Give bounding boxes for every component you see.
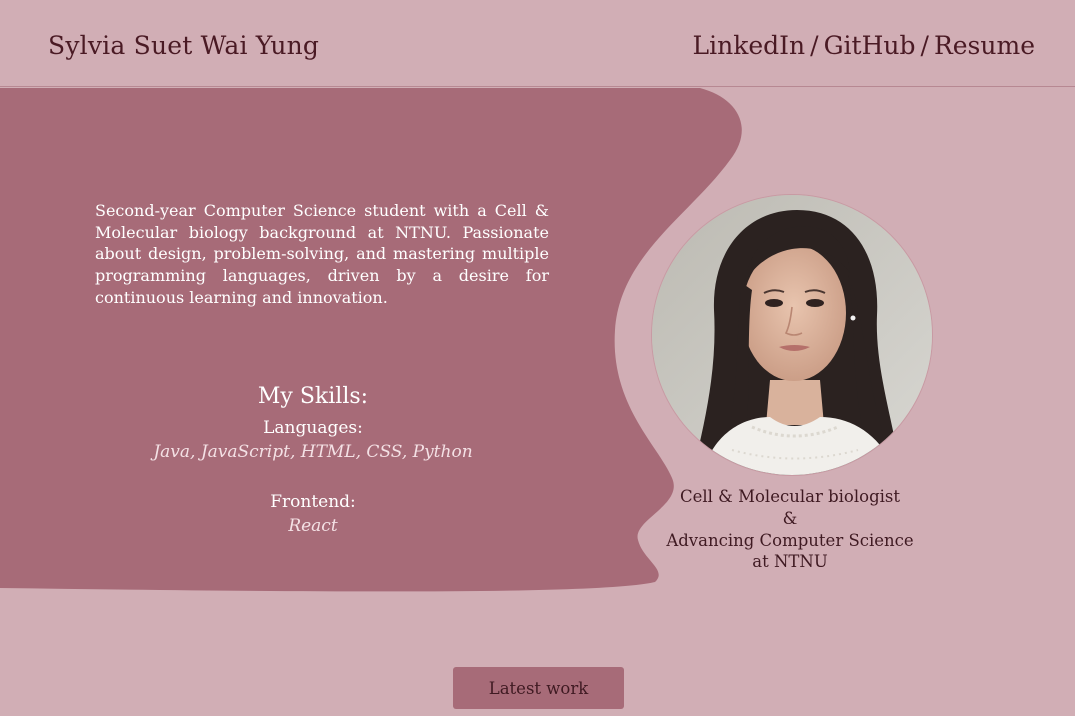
site-header: Sylvia Suet Wai Yung LinkedIn / GitHub / Res… (0, 0, 1075, 87)
skills-section: My Skills: Languages: Java, JavaScript, … (113, 384, 513, 539)
caption-line-2: & (782, 508, 798, 528)
latest-work-button[interactable]: Latest work (453, 667, 624, 709)
caption-line-4: at NTNU (752, 552, 828, 572)
site-name: Sylvia Suet Wai Yung (48, 31, 320, 60)
nav-link-github[interactable]: GitHub (824, 31, 916, 60)
skill-category-frontend: Frontend: (270, 492, 356, 512)
nav-link-resume[interactable]: Resume (934, 31, 1035, 60)
nav-separator: / (920, 31, 929, 60)
nav-link-linkedin[interactable]: LinkedIn (693, 31, 806, 60)
skills-title: My Skills: (257, 384, 369, 409)
profile-photo (652, 195, 932, 475)
nav-separator: / (810, 31, 819, 60)
skill-list-frontend: React (288, 516, 338, 536)
caption-line-3: Advancing Computer Science (666, 530, 914, 550)
caption-line-1: Cell & Molecular biologist (679, 487, 901, 506)
about-bio: Second-year Computer Science student wit… (95, 201, 549, 307)
skill-category-languages: Languages: (263, 418, 363, 438)
portrait-caption: Cell & Molecular biologist & Advancing C… (640, 486, 940, 573)
skill-list-languages: Java, JavaScript, HTML, CSS, Python (153, 442, 473, 462)
top-nav: LinkedIn / GitHub / Resume (693, 31, 1035, 60)
